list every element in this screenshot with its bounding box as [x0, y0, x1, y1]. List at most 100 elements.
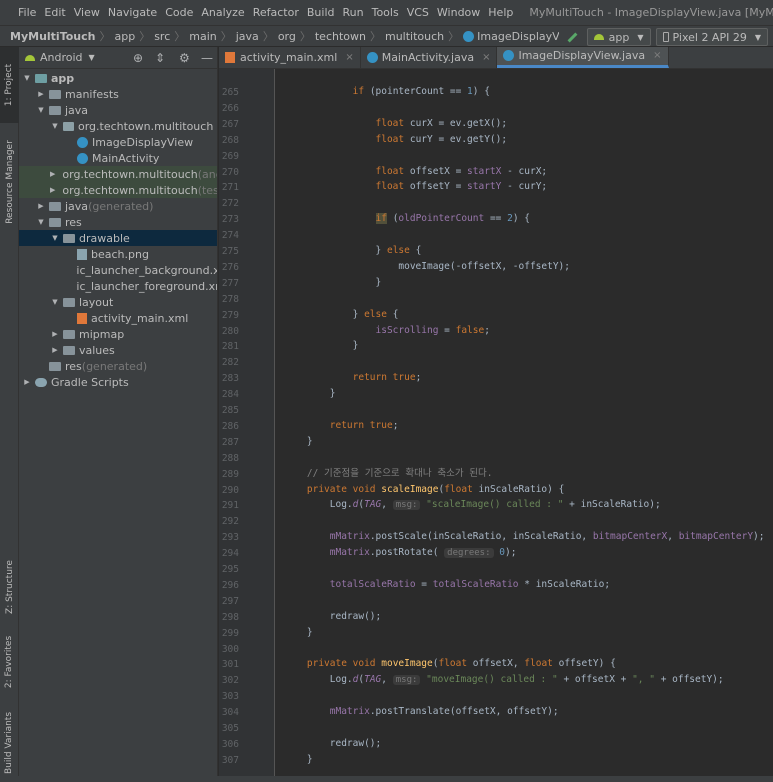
code-token: Log. — [284, 499, 353, 511]
code-token: } — [284, 340, 359, 352]
code-token: redraw(); — [284, 737, 382, 749]
chevron-down-icon[interactable]: ▼ — [50, 234, 60, 242]
tree-item[interactable]: ▶ org.techtown.multitouch (androi — [19, 166, 217, 182]
breadcrumb-item[interactable]: multitouch — [383, 30, 446, 43]
breadcrumb-item[interactable]: org — [276, 30, 298, 43]
menu-item-navigate[interactable]: Navigate — [104, 6, 161, 19]
menu-item-run[interactable]: Run — [339, 6, 368, 19]
tree-item[interactable]: ▼ layout — [19, 294, 217, 310]
tree-item[interactable]: ▶MainActivity — [19, 150, 217, 166]
tree-item[interactable]: ▶ic_launcher_background.xml — [19, 262, 217, 278]
gear-icon[interactable]: ⚙ — [179, 51, 190, 65]
tree-item[interactable]: ▼ java — [19, 102, 217, 118]
resource-manager-label: Resource Manager — [4, 140, 15, 224]
breadcrumb-item[interactable]: java — [234, 30, 261, 43]
close-icon[interactable]: × — [345, 52, 353, 63]
tree-item[interactable]: ▶beach.png — [19, 246, 217, 262]
project-view-select[interactable]: Android ▼ — [25, 51, 95, 64]
tree-item[interactable]: ▶ org.techtown.multitouch (test) — [19, 182, 217, 198]
tree-item-label: org.techtown.multitouch — [62, 183, 198, 197]
menu-item-code[interactable]: Code — [161, 6, 197, 19]
line-number: 294 — [221, 548, 239, 560]
chevron-right-icon[interactable]: ▶ — [36, 90, 46, 98]
favorites-tab[interactable]: 2: Favorites — [0, 627, 19, 697]
code-line: totalScaleRatio = totalScaleRatio * inSc… — [284, 577, 610, 593]
tree-item[interactable]: ▶ values — [19, 342, 217, 358]
folder-icon — [49, 89, 61, 99]
menu-item-view[interactable]: View — [70, 6, 104, 19]
code-token: scaleImage — [381, 483, 439, 495]
chevron-right-icon[interactable]: ▶ — [36, 202, 46, 210]
editor-tab[interactable]: activity_main.xml × — [219, 47, 361, 68]
chevron-right-icon[interactable]: ▶ — [50, 186, 55, 194]
code-line: isScrolling = false; — [284, 323, 490, 339]
breadcrumb-item[interactable]: MyMultiTouch — [8, 30, 97, 43]
tree-item[interactable]: ▶ImageDisplayView — [19, 134, 217, 150]
breadcrumb-item[interactable]: app — [112, 30, 137, 43]
menu-item-build[interactable]: Build — [303, 6, 339, 19]
code-token: ) { — [512, 213, 531, 225]
menu-item-vcs[interactable]: VCS — [403, 6, 433, 19]
code-line: moveImage(-offsetX, -offsetY); — [284, 259, 570, 275]
tree-item[interactable]: ▼ org.techtown.multitouch — [19, 118, 217, 134]
menu-item-help[interactable]: Help — [484, 6, 517, 19]
tree-item[interactable]: ▶ java (generated) — [19, 198, 217, 214]
breadcrumb-item[interactable]: techtown — [313, 30, 368, 43]
tree-item[interactable]: ▶ic_launcher_foreground.xml (v — [19, 278, 217, 294]
menu-bar: File Edit View Navigate Code Analyze Refactor B… — [0, 0, 773, 25]
close-icon[interactable]: × — [653, 50, 661, 61]
resource-manager-tab[interactable]: Resource Manager — [0, 127, 19, 237]
chevron-right-icon[interactable]: ▶ — [50, 170, 55, 178]
menu-item-file[interactable]: File — [14, 6, 40, 19]
tree-item[interactable]: ▶activity_main.xml — [19, 310, 217, 326]
chevron-down-icon[interactable]: ▼ — [50, 298, 60, 306]
build-variants-tab[interactable]: Build Variants — [0, 705, 19, 781]
chevron-right-icon[interactable]: ▶ — [50, 330, 60, 338]
structure-tab[interactable]: Z: Structure — [0, 552, 19, 622]
code-token: startX — [467, 165, 502, 177]
device-select[interactable]: Pixel 2 API 29 ▼ — [655, 28, 768, 46]
editor-tab[interactable]: ImageDisplayView.java × — [497, 47, 669, 68]
locate-icon[interactable]: ⊕ — [133, 51, 143, 65]
breadcrumb-item[interactable]: src — [152, 30, 172, 43]
tree-item[interactable]: ▼ app — [19, 70, 217, 86]
tree-item[interactable]: ▶res (generated) — [19, 358, 217, 374]
menu-item-tools[interactable]: Tools — [368, 6, 403, 19]
code-token: "scaleImage() called : " — [426, 499, 564, 511]
menu-item-refactor[interactable]: Refactor — [249, 6, 303, 19]
code-token: float — [375, 181, 405, 193]
code-line: } else { — [284, 243, 422, 259]
tree-item[interactable]: ▶ mipmap — [19, 326, 217, 342]
chevron-down-icon[interactable]: ▼ — [22, 74, 32, 82]
editor-tab[interactable]: MainActivity.java × — [361, 47, 498, 68]
folder-icon — [63, 233, 75, 243]
tree-item[interactable]: ▶ Gradle Scripts — [19, 374, 217, 390]
code-line: mMatrix.postRotate( degrees: 0); — [284, 545, 516, 561]
hide-panel-icon[interactable]: — — [201, 51, 213, 65]
menu-item-window[interactable]: Window — [433, 6, 484, 19]
code-token: bitmapCenterY — [678, 531, 754, 543]
tree-item[interactable]: ▼ res — [19, 214, 217, 230]
close-icon[interactable]: × — [482, 52, 490, 63]
run-config-select[interactable]: app ▼ — [586, 28, 651, 46]
tree-item-annotation: (test) — [197, 183, 217, 197]
menu-item-edit[interactable]: Edit — [40, 6, 69, 19]
chevron-right-icon[interactable]: ▶ — [50, 346, 60, 354]
code-line: // 기준점을 기준으로 확대나 축소가 된다. — [284, 466, 493, 482]
collapse-all-icon[interactable]: ⇕ — [155, 51, 165, 65]
code-line: redraw(); — [284, 736, 381, 752]
chevron-down-icon[interactable]: ▼ — [50, 122, 60, 130]
code-line: } — [284, 275, 382, 291]
make-project-hammer-icon[interactable] — [565, 30, 579, 44]
code-editor[interactable]: 265 266 267 268 269 270 271 272 273 274 275 276 277 2… — [219, 69, 773, 782]
tree-item[interactable]: ▼ drawable — [19, 230, 217, 246]
chevron-down-icon[interactable]: ▼ — [36, 106, 46, 114]
tree-item[interactable]: ▶ manifests — [19, 86, 217, 102]
breadcrumb-item[interactable]: main — [187, 30, 218, 43]
code-token: ; — [484, 324, 490, 336]
project-tool-tab[interactable]: 1: Project — [0, 47, 19, 123]
menu-item-analyze[interactable]: Analyze — [197, 6, 248, 19]
chevron-right-icon[interactable]: ▶ — [22, 378, 32, 386]
chevron-down-icon[interactable]: ▼ — [36, 218, 46, 226]
